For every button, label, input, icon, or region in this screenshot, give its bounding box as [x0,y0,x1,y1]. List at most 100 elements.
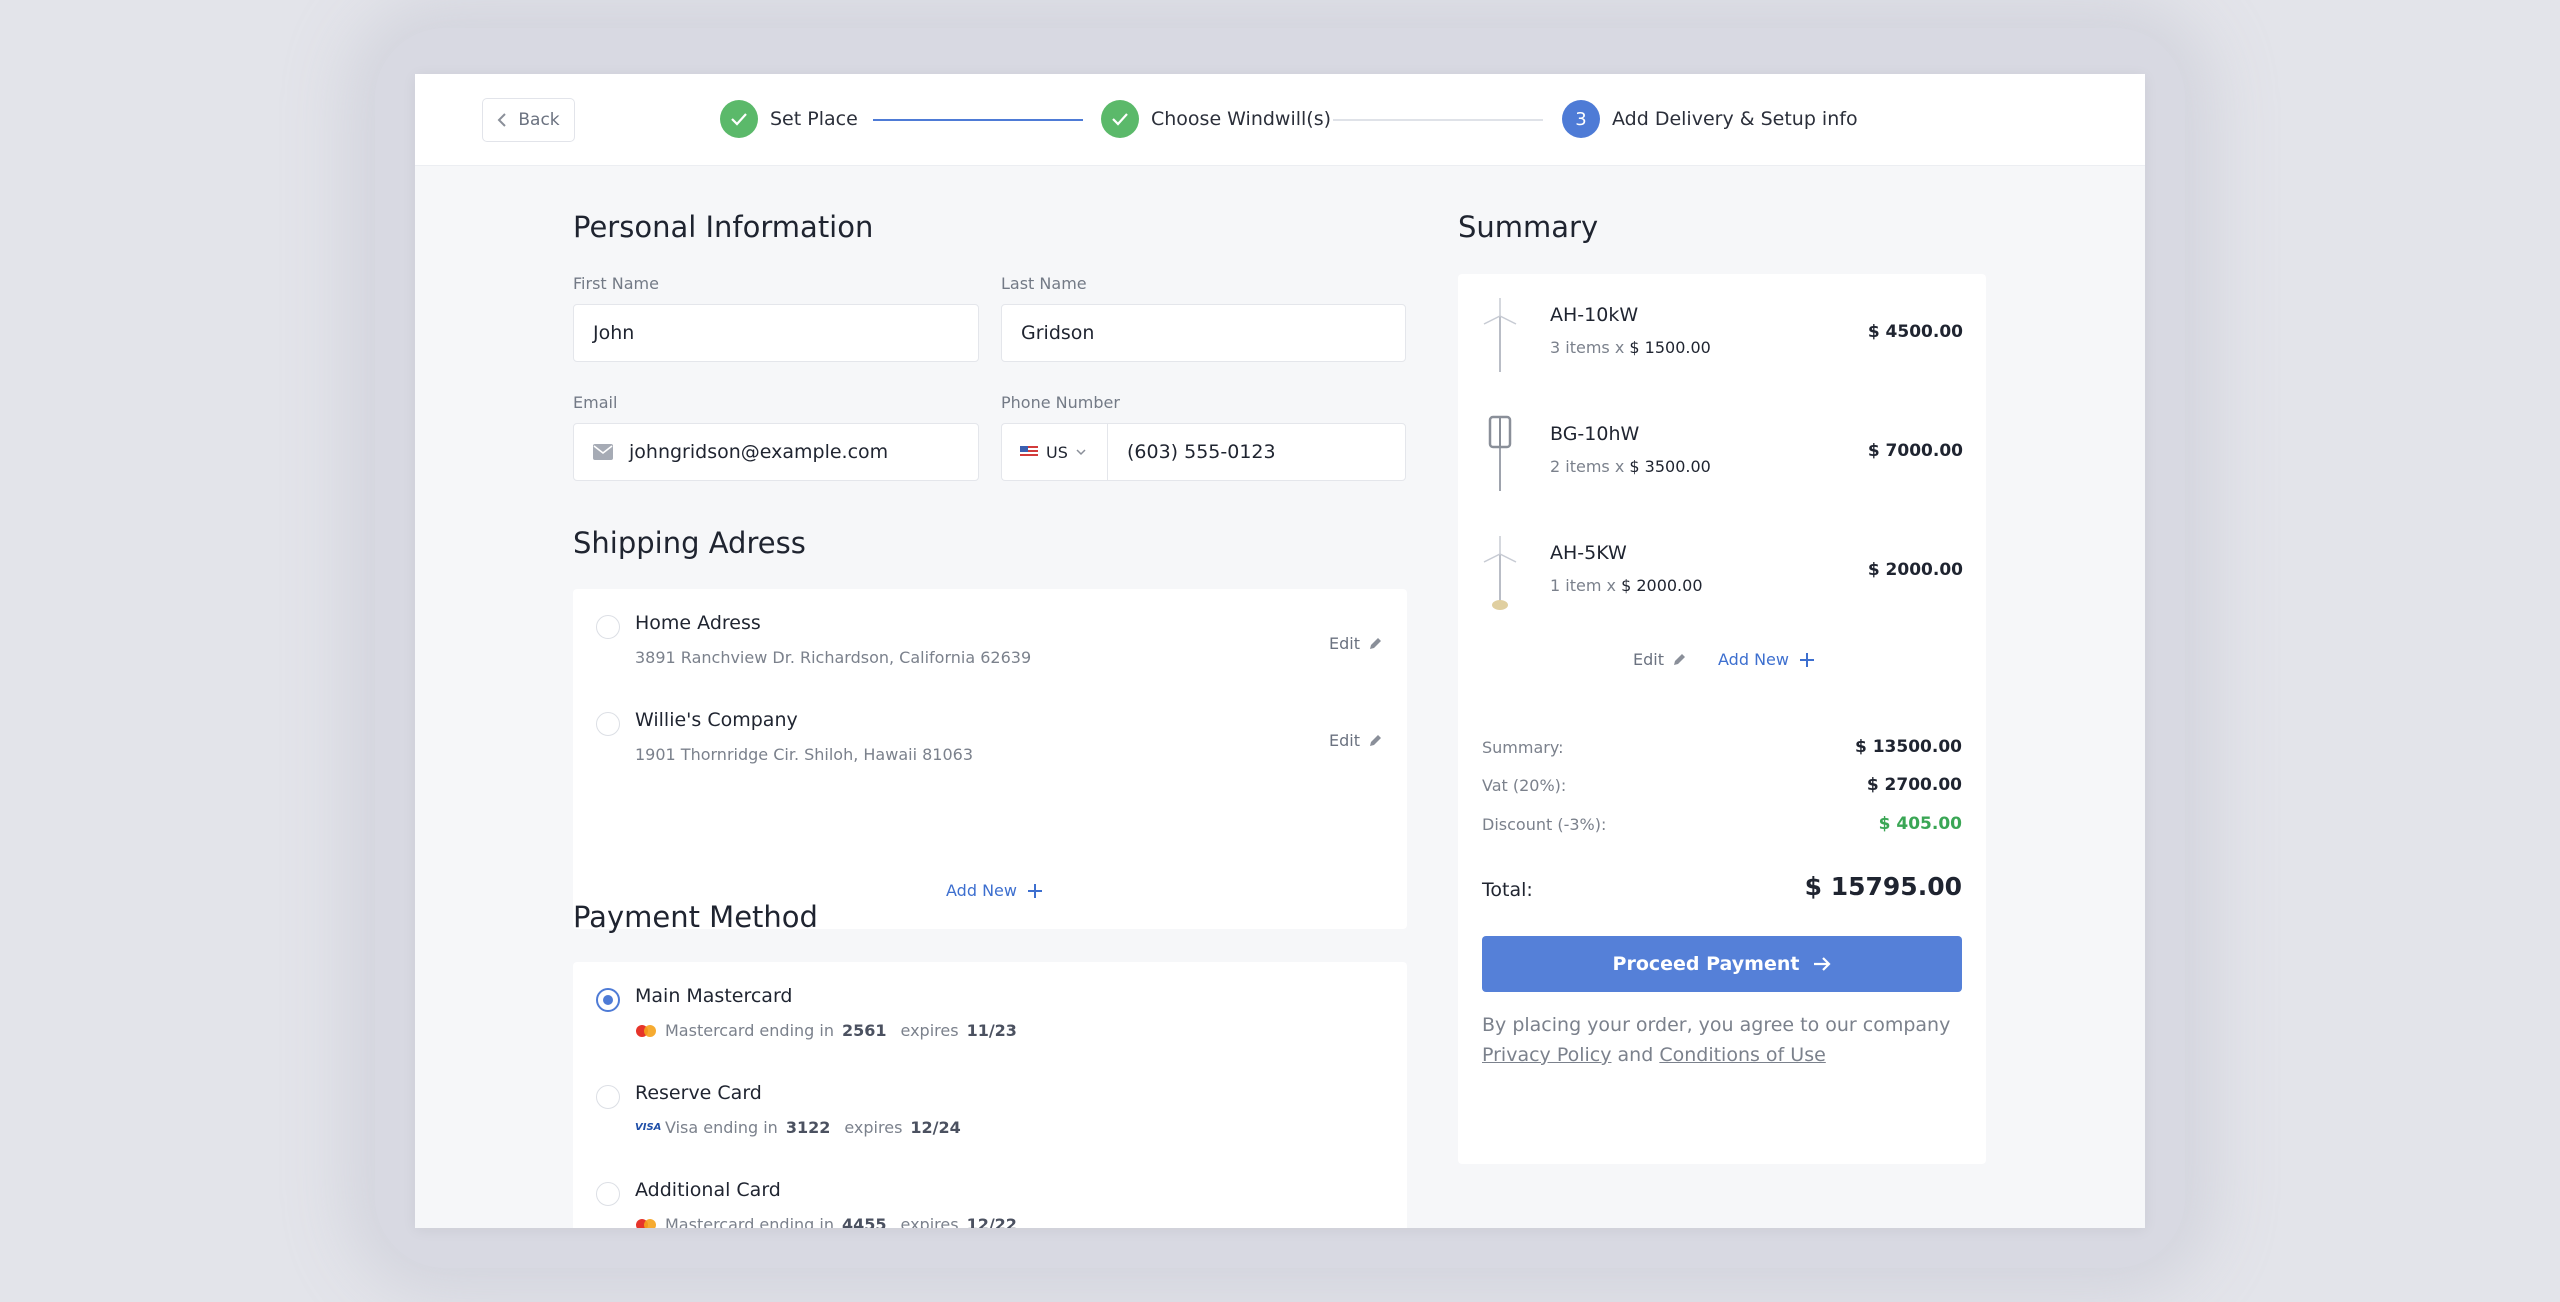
edit-label: Edit [1329,634,1360,653]
order-item: BG-10hW 2 items x $ 3500.00 $ 7000.00 [1458,393,1986,512]
step-delivery-info[interactable]: 3 Add Delivery & Setup info [1562,100,1858,138]
order-items-card: AH-10kW 3 items x $ 1500.00 $ 4500.00 BG… [1458,274,1986,764]
add-item-button[interactable]: Add New [1718,650,1815,669]
item-unit-price: $ 1500.00 [1629,338,1711,357]
item-name: BG-10hW [1550,423,1640,445]
payment-method-item[interactable]: Reserve Card VISA Visa ending in 3122 ex… [573,1059,1407,1154]
step-label: Add Delivery & Setup info [1612,108,1858,130]
card-details: VISA Visa ending in 3122 expires 12/24 [635,1118,961,1137]
chevron-left-icon [497,113,507,127]
subtotal-value: $ 13500.00 [1854,737,1962,757]
card-ending-text: Visa ending in [665,1118,778,1137]
address-item[interactable]: Willie's Company 1901 Thornridge Cir. Sh… [573,686,1407,781]
payment-title: Payment Method [573,900,818,934]
address-text: 1901 Thornridge Cir. Shiloh, Hawaii 8106… [635,745,973,764]
discount-label: Discount (-3%): [1482,815,1607,834]
item-qty: 1 item x $ 2000.00 [1550,576,1703,595]
card-expiry: 11/23 [966,1021,1017,1040]
back-button[interactable]: Back [482,98,575,142]
item-qty: 3 items x $ 1500.00 [1550,338,1711,357]
windmill-icon [1483,298,1517,372]
card-ending-text: Mastercard ending in [665,1021,834,1040]
total-label: Total: [1482,879,1533,901]
conditions-link[interactable]: Conditions of Use [1659,1044,1825,1066]
step-set-place[interactable]: Set Place [720,100,858,138]
item-qty-text: 3 items x [1550,338,1625,357]
last-name-value: Gridson [1021,322,1095,344]
payment-card: Main Mastercard Mastercard ending in 256… [573,962,1407,1228]
email-field[interactable]: johngridson@example.com [573,423,979,481]
card-name: Reserve Card [635,1082,762,1104]
edit-label: Edit [1633,650,1664,669]
first-name-label: First Name [573,274,659,293]
card-expiry: 12/22 [966,1215,1017,1228]
item-unit-price: $ 2000.00 [1621,576,1703,595]
stepper-header: Back Set Place Choose Windwill(s) 3 Add … [415,74,2145,166]
discount-value: $ 405.00 [1878,814,1962,834]
payment-radio[interactable] [596,1182,620,1206]
item-total: $ 7000.00 [1867,441,1963,461]
edit-label: Edit [1329,731,1360,750]
first-name-field[interactable]: John [573,304,979,362]
mastercard-icon [636,1024,656,1037]
vat-label: Vat (20%): [1482,776,1567,795]
windmill-icon [1488,415,1512,491]
chevron-down-icon [1076,448,1086,455]
edit-address-button[interactable]: Edit [1329,634,1382,653]
card-details: Mastercard ending in 4455 expires 12/22 [635,1215,1017,1228]
payment-radio[interactable] [596,988,620,1012]
summary-title: Summary [1458,210,1599,244]
address-name: Home Adress [635,612,761,634]
arrow-right-icon [1814,957,1832,971]
order-item: AH-5KW 1 item x $ 2000.00 $ 2000.00 [1458,512,1986,631]
mastercard-icon [636,1218,656,1228]
pencil-icon [1673,653,1685,665]
us-flag-icon [1020,446,1038,458]
last-name-field[interactable]: Gridson [1001,304,1406,362]
phone-label: Phone Number [1001,393,1120,412]
email-value: johngridson@example.com [629,441,889,463]
back-label: Back [518,110,560,130]
add-address-button[interactable]: Add New [946,881,1043,900]
card-name: Main Mastercard [635,985,793,1007]
item-total: $ 4500.00 [1867,322,1963,342]
plus-icon [1799,652,1814,667]
visa-icon: VISA [635,1122,662,1133]
proceed-label: Proceed Payment [1612,953,1800,975]
email-label: Email [573,393,618,412]
legal-prefix: By placing your order, you agree to our … [1482,1014,1951,1036]
edit-items-button[interactable]: Edit [1633,650,1686,669]
address-radio[interactable] [596,615,620,639]
proceed-payment-button[interactable]: Proceed Payment [1482,936,1962,992]
phone-field[interactable]: (603) 555-0123 [1107,423,1406,481]
address-radio[interactable] [596,712,620,736]
payment-method-item[interactable]: Main Mastercard Mastercard ending in 256… [573,962,1407,1057]
subtotal-label: Summary: [1482,738,1564,757]
card-last4: 3122 [785,1118,831,1137]
legal-and: and [1617,1044,1654,1066]
card-ending-text: Mastercard ending in [665,1215,834,1228]
order-item: AH-10kW 3 items x $ 1500.00 $ 4500.00 [1458,274,1986,393]
pencil-icon [1370,734,1381,746]
shipping-card: Home Adress 3891 Ranchview Dr. Richardso… [573,589,1407,929]
address-item[interactable]: Home Adress 3891 Ranchview Dr. Richardso… [573,589,1407,684]
item-qty-text: 2 items x [1550,457,1625,476]
card-expires-text: expires [844,1118,903,1137]
vat-value: $ 2700.00 [1866,775,1962,795]
total-value: $ 15795.00 [1804,872,1962,901]
payment-radio[interactable] [596,1085,620,1109]
mail-icon [593,444,613,460]
step-choose-windmills[interactable]: Choose Windwill(s) [1101,100,1331,138]
payment-method-item[interactable]: Additional Card Mastercard ending in 445… [573,1156,1407,1228]
address-name: Willie's Company [635,709,798,731]
add-new-label: Add New [1718,650,1789,669]
card-expires-text: expires [900,1215,959,1228]
item-name: AH-10kW [1550,304,1639,326]
edit-address-button[interactable]: Edit [1329,731,1382,750]
country-code-select[interactable]: US [1001,423,1107,481]
add-new-label: Add New [946,881,1017,900]
item-qty: 2 items x $ 3500.00 [1550,457,1711,476]
privacy-policy-link[interactable]: Privacy Policy [1482,1044,1611,1066]
country-code: US [1046,442,1068,462]
first-name-value: John [593,322,635,344]
